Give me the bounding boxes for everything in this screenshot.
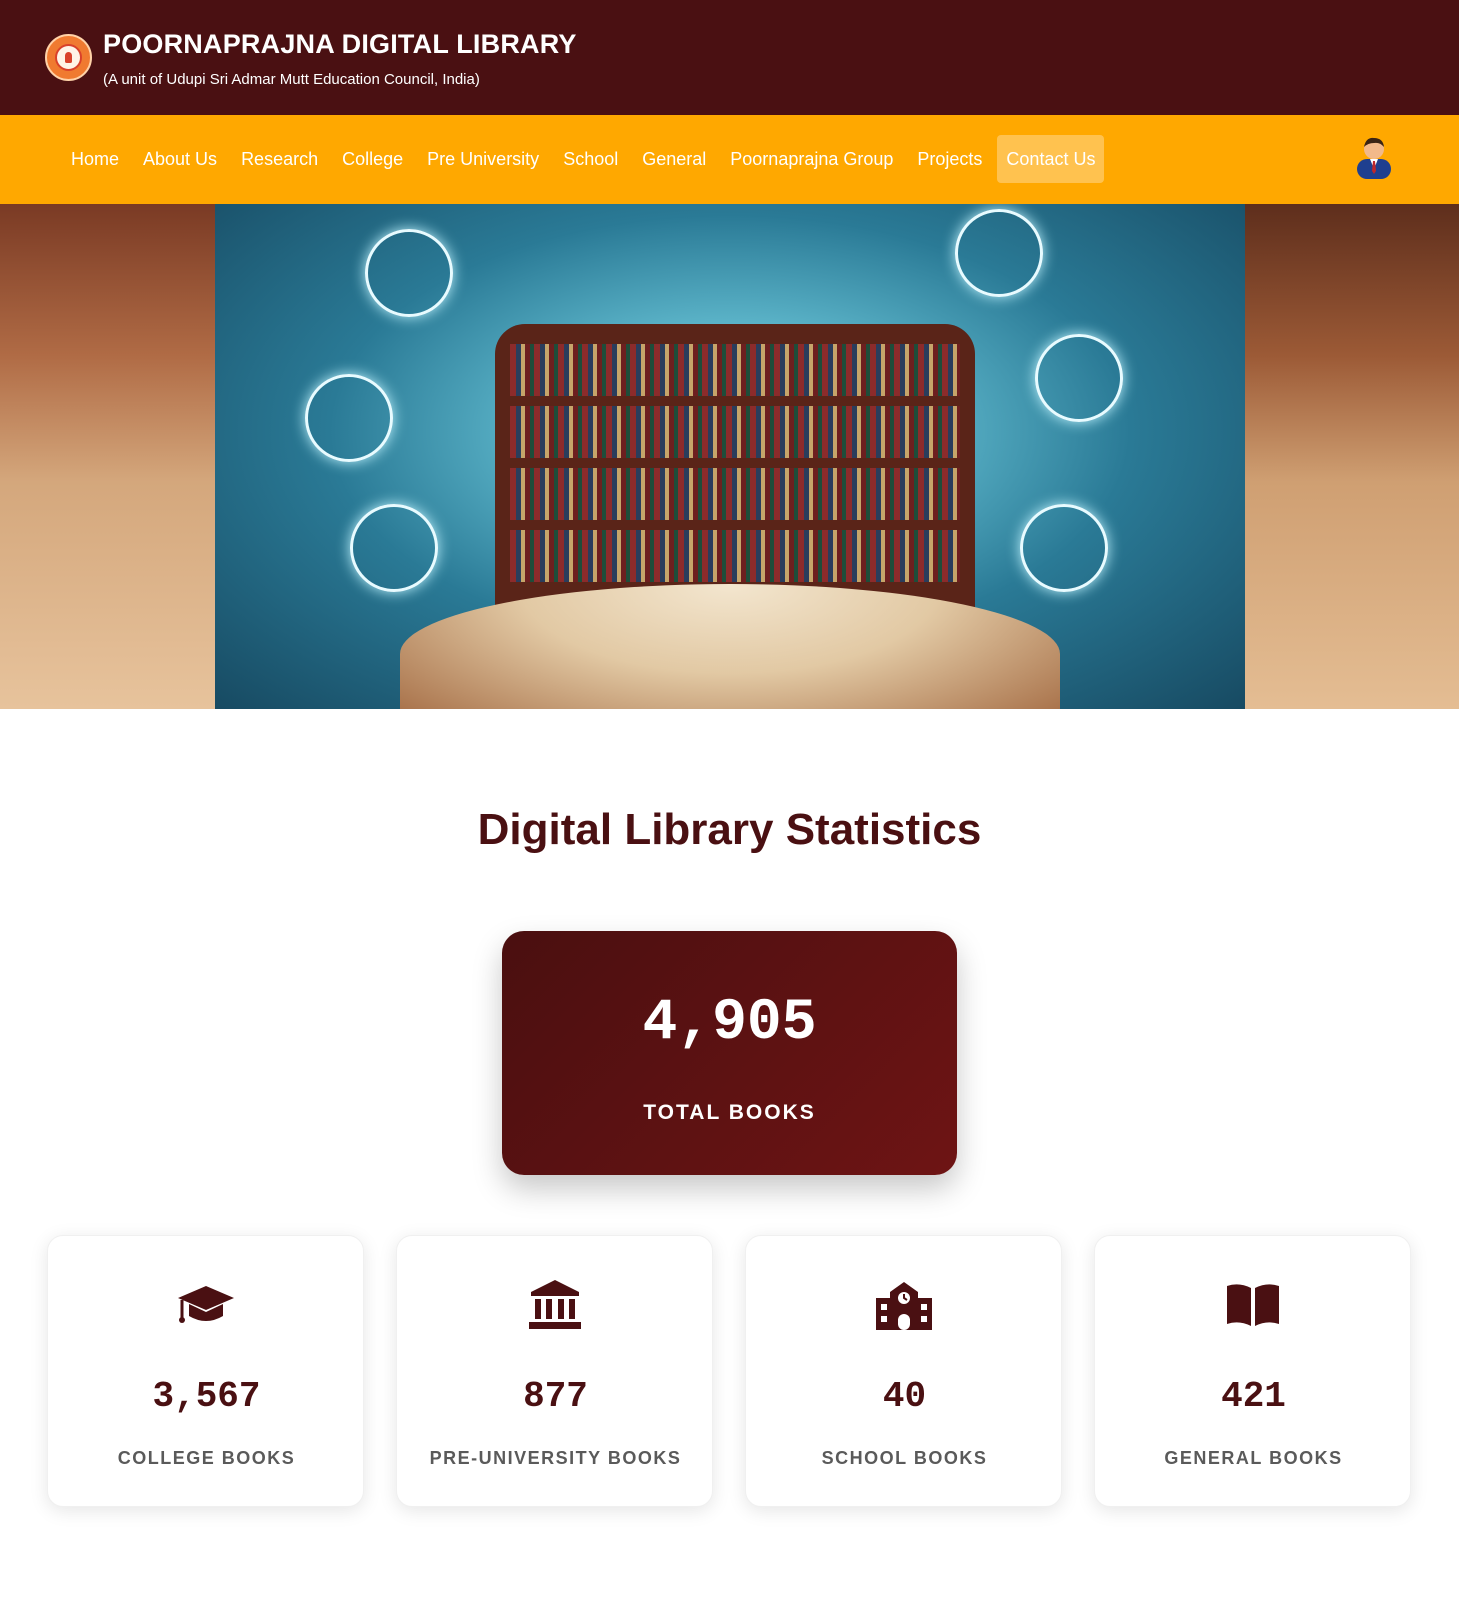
- school-books-card: 40 SCHOOL BOOKS: [745, 1235, 1062, 1507]
- university-building-icon: [529, 1280, 581, 1329]
- nav-item-home[interactable]: Home: [59, 135, 131, 183]
- school-building-icon: [876, 1282, 932, 1330]
- user-avatar-icon[interactable]: [1354, 135, 1394, 179]
- open-book-icon: [1227, 1284, 1279, 1326]
- nav-item-pre-university[interactable]: Pre University: [415, 135, 551, 183]
- people-circle-icon: [955, 209, 1043, 297]
- total-books-card: 4,905 TOTAL BOOKS: [502, 931, 957, 1175]
- site-title[interactable]: POORNAPRAJNA DIGITAL LIBRARY: [103, 29, 577, 60]
- school-books-value: 40: [882, 1376, 927, 1417]
- nav-item-projects[interactable]: Projects: [905, 135, 994, 183]
- general-books-value: 421: [1221, 1376, 1286, 1417]
- nav-item-school[interactable]: School: [551, 135, 630, 183]
- college-books-card: 3,567 COLLEGE BOOKS: [47, 1235, 364, 1507]
- graduation-cap-icon: [178, 1286, 234, 1323]
- nav-item-poornaprajna-group[interactable]: Poornaprajna Group: [718, 135, 905, 183]
- gear-circle-icon: [305, 374, 393, 462]
- nav-item-general[interactable]: General: [630, 135, 718, 183]
- nav-item-about-us[interactable]: About Us: [131, 135, 229, 183]
- pre-university-books-value: 877: [523, 1376, 588, 1417]
- school-books-label: SCHOOL BOOKS: [821, 1448, 988, 1468]
- briefcase-circle-icon: [365, 229, 453, 317]
- nav-item-research[interactable]: Research: [229, 135, 330, 183]
- total-books-value: 4,905: [642, 991, 817, 1056]
- network-circle-icon: [1035, 334, 1123, 422]
- pen-circle-icon: [350, 504, 438, 592]
- site-header: POORNAPRAJNA DIGITAL LIBRARY (A unit of …: [0, 0, 1459, 115]
- hero-bookshelf-right: [1244, 204, 1459, 709]
- general-books-label: GENERAL BOOKS: [1164, 1448, 1343, 1468]
- pre-university-books-label: PRE-UNIVERSITY BOOKS: [429, 1448, 682, 1468]
- nav-item-contact-us[interactable]: Contact Us: [997, 135, 1105, 183]
- tablet-circle-icon: [1020, 504, 1108, 592]
- college-books-value: 3,567: [152, 1376, 261, 1417]
- pre-university-books-card: 877 PRE-UNIVERSITY BOOKS: [396, 1235, 713, 1507]
- category-cards: 3,567 COLLEGE BOOKS 877 PRE-UNIVERSITY B…: [47, 1235, 1413, 1507]
- college-books-label: COLLEGE BOOKS: [117, 1448, 296, 1468]
- general-books-card: 421 GENERAL BOOKS: [1094, 1235, 1411, 1507]
- hero-bookshelf: [495, 324, 975, 624]
- hero-banner: [0, 204, 1459, 709]
- site-subtitle: (A unit of Udupi Sri Admar Mutt Educatio…: [103, 71, 480, 88]
- nav-item-college[interactable]: College: [330, 135, 415, 183]
- total-books-label: TOTAL BOOKS: [643, 1101, 816, 1124]
- hero-bookshelf-left: [0, 204, 215, 709]
- institution-seal-icon[interactable]: [45, 34, 92, 81]
- stats-title: Digital Library Statistics: [477, 805, 982, 854]
- main-nav: Home About Us Research College Pre Unive…: [0, 115, 1459, 204]
- nav-menu: Home About Us Research College Pre Unive…: [59, 135, 1105, 183]
